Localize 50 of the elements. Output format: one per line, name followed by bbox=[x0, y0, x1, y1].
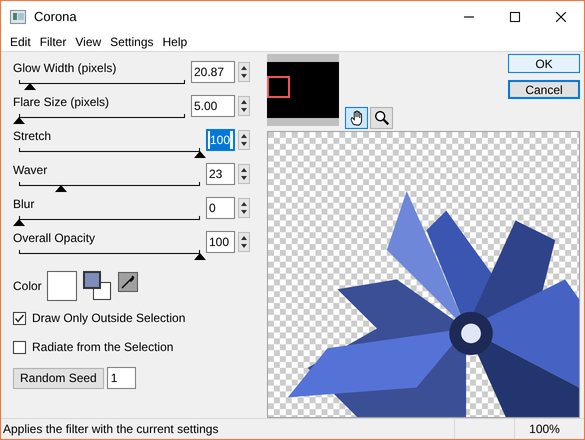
seed-field[interactable]: 1 bbox=[106, 367, 136, 389]
color-swatch[interactable] bbox=[46, 271, 77, 301]
menu-item[interactable]: Settings bbox=[106, 32, 158, 50]
menu-item[interactable]: View bbox=[71, 32, 106, 50]
random-seed-button[interactable]: Random Seed bbox=[13, 368, 104, 388]
spinner-arrows-icon[interactable] bbox=[238, 62, 250, 82]
spinner-arrows-icon[interactable] bbox=[238, 96, 250, 116]
slider-label: Flare Size (pixels) bbox=[13, 94, 110, 111]
checkbox[interactable] bbox=[13, 312, 26, 324]
value-field[interactable]: 100 bbox=[206, 231, 235, 253]
spinner-arrows-icon[interactable] bbox=[238, 164, 250, 184]
spinner-arrows-icon[interactable] bbox=[238, 198, 250, 218]
dialog-button[interactable]: Cancel bbox=[508, 80, 580, 99]
value-field[interactable]: 5.00 bbox=[191, 95, 235, 117]
window-title: Corona bbox=[34, 8, 77, 26]
checkbox[interactable] bbox=[13, 340, 26, 354]
slider-thumb[interactable] bbox=[13, 219, 25, 226]
menu-item[interactable]: Filter bbox=[36, 32, 70, 50]
slider-label: Waver bbox=[13, 162, 48, 179]
eyedropper-icon[interactable] bbox=[118, 272, 138, 292]
app-icon bbox=[10, 10, 26, 24]
value-field[interactable]: 23 bbox=[206, 163, 235, 185]
zoom-icon bbox=[372, 109, 390, 127]
preview-navigator[interactable] bbox=[267, 54, 339, 126]
slider-thumb[interactable] bbox=[54, 185, 67, 192]
spinner-arrows-icon[interactable] bbox=[238, 130, 250, 150]
slider-label: Blur bbox=[13, 196, 36, 213]
zoom-level: 100% bbox=[529, 421, 560, 438]
dialog-button[interactable]: OK bbox=[508, 54, 580, 73]
checkbox-label: Draw Only Outside Selection bbox=[32, 310, 186, 327]
status-message: Applies the filter with the current settings bbox=[3, 421, 220, 438]
slider-label: Overall Opacity bbox=[13, 230, 96, 247]
close-icon[interactable] bbox=[556, 12, 566, 22]
zoom-tool-button[interactable] bbox=[370, 107, 393, 129]
hand-tool-button[interactable] bbox=[345, 107, 368, 129]
slider-thumb[interactable] bbox=[24, 83, 36, 90]
spinner-arrows-icon[interactable] bbox=[238, 232, 250, 252]
maximize-icon[interactable] bbox=[510, 12, 520, 22]
value-field[interactable]: 0 bbox=[206, 197, 235, 219]
menu-item[interactable]: Help bbox=[158, 32, 192, 50]
color-label: Color bbox=[13, 278, 42, 295]
slider-label: Glow Width (pixels) bbox=[13, 60, 118, 77]
checkbox-label: Radiate from the Selection bbox=[32, 339, 174, 356]
menu-item[interactable]: Edit bbox=[6, 32, 35, 50]
view-rectangle[interactable] bbox=[267, 76, 290, 98]
color-swap-control[interactable] bbox=[82, 271, 113, 301]
slider-thumb[interactable] bbox=[13, 117, 25, 124]
value-field[interactable]: 100 bbox=[206, 129, 235, 151]
slider-label: Stretch bbox=[13, 128, 52, 145]
value-field[interactable]: 20.87 bbox=[191, 61, 235, 83]
